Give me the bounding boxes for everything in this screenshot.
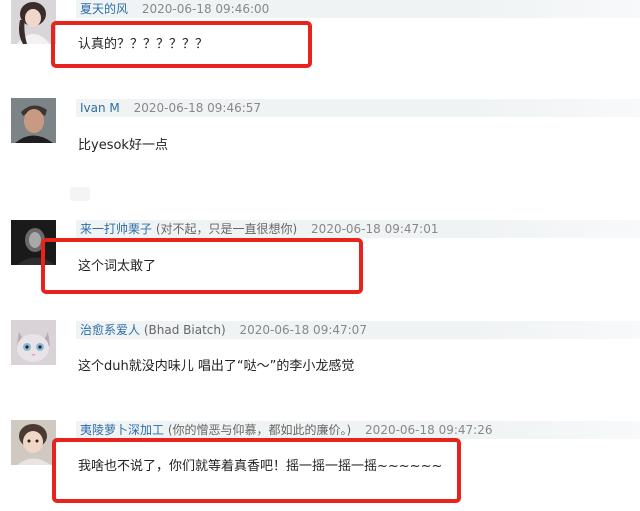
comment-timestamp: 2020-06-18 09:46:00: [141, 2, 270, 16]
comment-meta: 治愈系爱人 (Bhad Biatch) 2020-06-18 09:47:07: [80, 321, 367, 339]
divider: [70, 187, 90, 201]
comment-meta: 来一打帅栗子 (对不起，只是一直很想你) 2020-06-18 09:47:01: [80, 220, 439, 238]
username-link[interactable]: 治愈系爱人: [80, 323, 140, 337]
user-alias: (Bhad Biatch): [143, 323, 226, 337]
comment-timestamp: 2020-06-18 09:47:26: [365, 423, 493, 437]
username-link[interactable]: 来一打帅栗子: [80, 222, 152, 236]
comment-text: 比yesok好一点: [78, 138, 168, 153]
comment-timestamp: 2020-06-18 09:47:07: [239, 323, 367, 337]
user-alias: (对不起，只是一直很想你): [155, 222, 298, 236]
avatar[interactable]: [11, 320, 56, 365]
avatar-child-icon: [11, 420, 56, 465]
avatar-man-icon: [11, 98, 56, 143]
avatar-cat-icon: [11, 320, 56, 365]
highlight-box: [41, 238, 363, 294]
avatar[interactable]: [11, 98, 56, 143]
avatar[interactable]: [11, 420, 56, 465]
username-link[interactable]: 夷陵萝卜深加工: [80, 423, 164, 437]
avatar[interactable]: [11, 0, 56, 44]
comment-meta: 夏天的风 2020-06-18 09:46:00: [80, 0, 269, 18]
comment-meta: Ivan M 2020-06-18 09:46:57: [80, 99, 261, 117]
user-alias: (你的憎恶与仰慕，都如此的廉价。): [167, 423, 352, 437]
comment-timestamp: 2020-06-18 09:47:01: [311, 222, 439, 236]
highlight-box: [51, 21, 312, 68]
comment-list: 夏天的风 2020-06-18 09:46:00 认真的？？？？？？？ Ivan…: [0, 0, 640, 511]
avatar-girl-icon: [11, 0, 56, 44]
comment-timestamp: 2020-06-18 09:46:57: [133, 101, 262, 115]
comment-text: 这个duh就没内味儿 唱出了“哒～”的李小龙感觉: [78, 359, 355, 374]
username-link[interactable]: 夏天的风: [80, 2, 128, 16]
highlight-box: [52, 438, 461, 503]
username-link[interactable]: Ivan M: [80, 101, 120, 115]
comment-meta: 夷陵萝卜深加工 (你的憎恶与仰慕，都如此的廉价。) 2020-06-18 09:…: [80, 421, 493, 439]
